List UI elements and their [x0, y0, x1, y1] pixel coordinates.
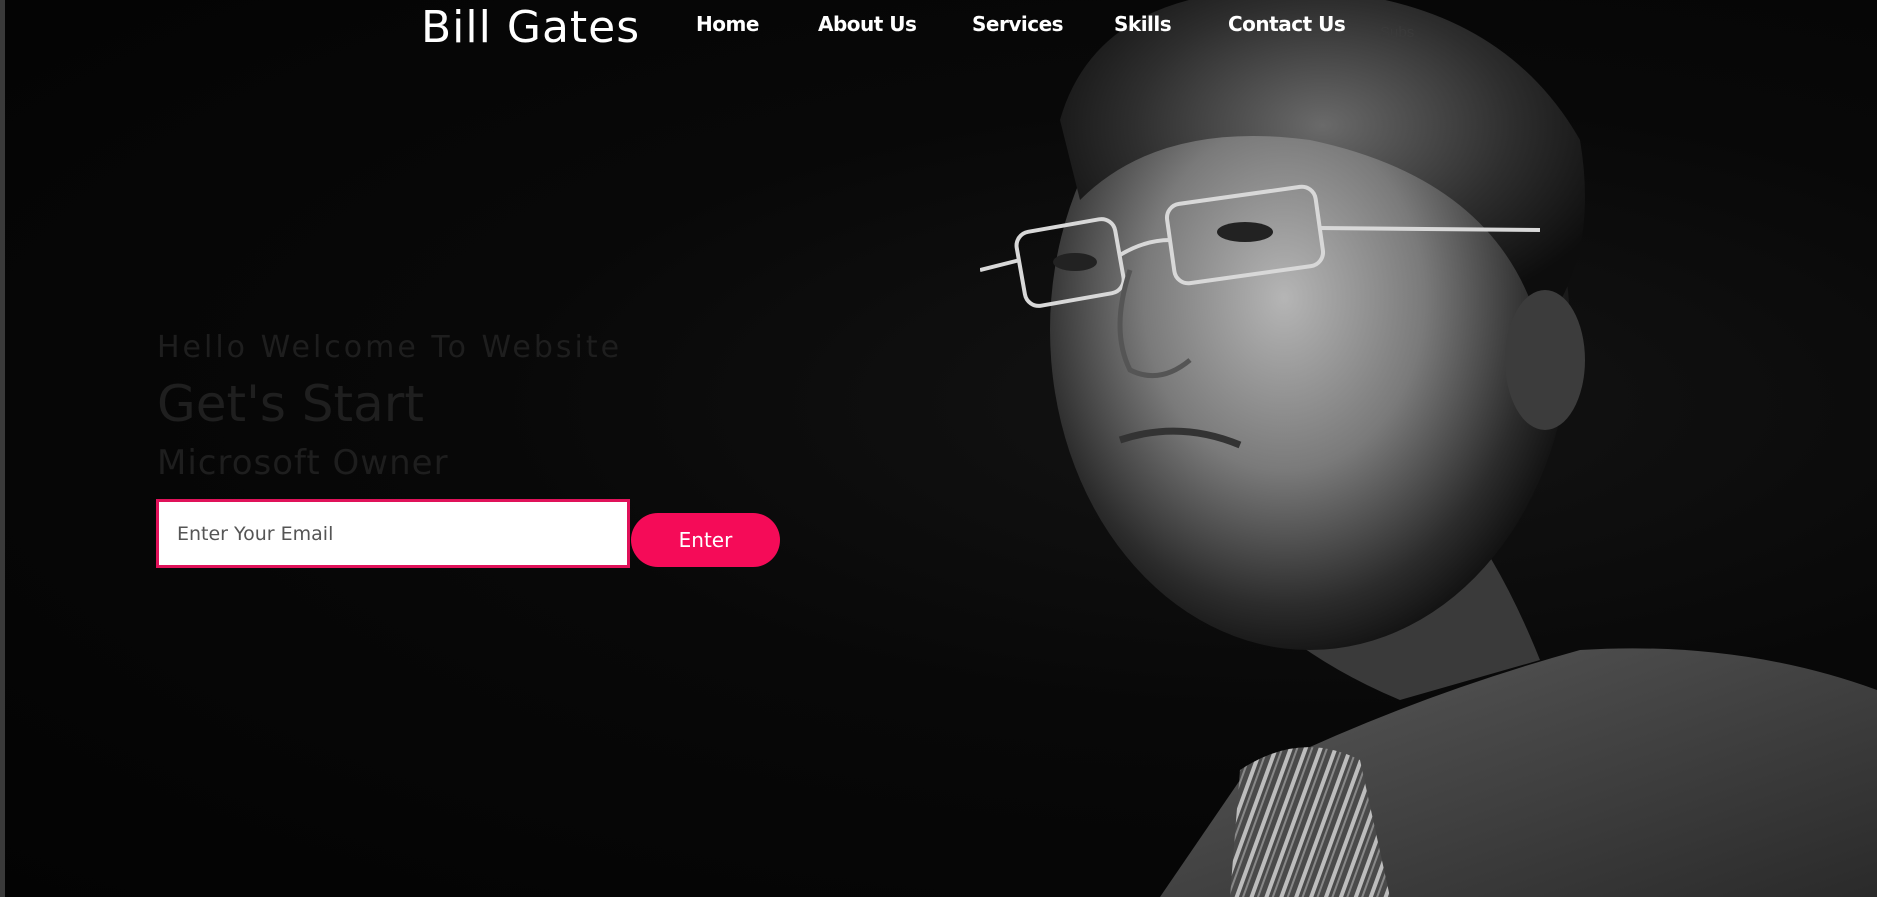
landing-page: Bill Gates Home About Us Services Skills…	[0, 0, 1877, 897]
nav-about-us[interactable]: About Us	[818, 12, 917, 36]
email-input[interactable]	[156, 499, 630, 568]
site-logo[interactable]: Bill Gates	[421, 2, 640, 53]
portrait-photo	[980, 0, 1877, 897]
nav-skills[interactable]: Skills	[1114, 12, 1172, 36]
hero-greeting: Hello Welcome To Website	[157, 330, 623, 365]
nav-contact-us[interactable]: Contact Us	[1228, 12, 1346, 36]
nav-services[interactable]: Services	[972, 12, 1064, 36]
enter-button[interactable]: Enter	[631, 513, 780, 567]
nav-home[interactable]: Home	[696, 12, 759, 36]
hero-title: Get's Start	[157, 375, 424, 433]
window-edge	[0, 0, 5, 897]
hero-subtitle: Microsoft Owner	[157, 443, 449, 483]
nav-overflow-text: Subs	[1380, 24, 1415, 41]
